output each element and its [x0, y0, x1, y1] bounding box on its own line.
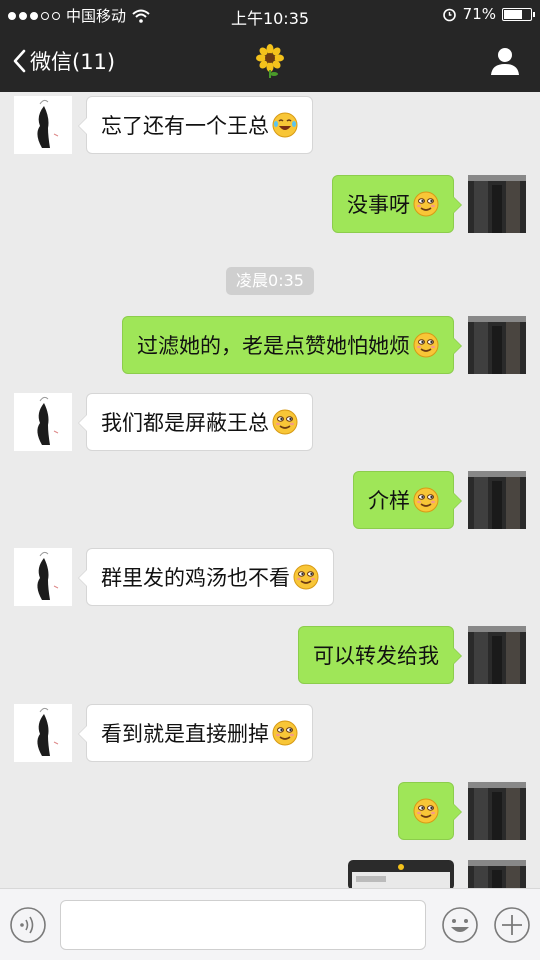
- my-avatar[interactable]: [468, 175, 526, 233]
- back-label: 微信(11): [30, 50, 116, 74]
- battery-icon: [502, 7, 535, 21]
- back-button[interactable]: 微信(11): [12, 46, 115, 76]
- emoji-face-icon[interactable]: [440, 905, 480, 945]
- message-bubble-outgoing[interactable]: 介样: [353, 471, 454, 529]
- contact-avatar[interactable]: [14, 393, 72, 451]
- sunflower-icon: [256, 44, 284, 78]
- dancer-avatar-icon: [14, 96, 72, 154]
- smug-smile-emoji-icon: [413, 191, 439, 217]
- smug-smile-emoji-icon: [413, 332, 439, 358]
- status-bar: 中国移动 上午10:35 71%: [0, 0, 540, 30]
- contact-avatar[interactable]: [14, 96, 72, 154]
- message-bubble-incoming[interactable]: 看到就是直接删掉: [86, 704, 313, 762]
- dancer-avatar-icon: [14, 548, 72, 606]
- message-bubble-outgoing[interactable]: 过滤她的，老是点赞她怕她烦: [122, 316, 454, 374]
- my-avatar[interactable]: [468, 316, 526, 374]
- user-photo-icon: [468, 626, 526, 684]
- voice-icon[interactable]: [8, 905, 48, 945]
- plus-icon[interactable]: [492, 905, 532, 945]
- chat-area[interactable]: 忘了还有一个王总 没事呀 凌晨0:35 过滤她的，老是点赞她怕她烦 我们都是屏蔽…: [0, 92, 540, 888]
- message-text: 可以转发给我: [313, 644, 439, 668]
- nav-bar: 微信(11): [0, 30, 540, 92]
- chevron-left-icon: [13, 49, 26, 73]
- dancer-avatar-icon: [14, 704, 72, 762]
- message-bubble-outgoing[interactable]: 可以转发给我: [298, 626, 454, 684]
- message-text: 过滤她的，老是点赞她怕她烦: [137, 334, 410, 358]
- dancer-avatar-icon: [14, 393, 72, 451]
- message-text: 我们都是屏蔽王总: [101, 411, 269, 435]
- smug-smile-emoji-icon: [272, 409, 298, 435]
- screenshot-image-message[interactable]: [348, 860, 454, 888]
- status-right: 71%: [442, 5, 535, 23]
- message-bubble-outgoing[interactable]: [398, 782, 454, 840]
- user-photo-icon: [468, 860, 526, 888]
- message-text: 没事呀: [347, 193, 410, 217]
- input-bar: [0, 888, 540, 960]
- message-bubble-outgoing[interactable]: 没事呀: [332, 175, 454, 233]
- my-avatar[interactable]: [468, 782, 526, 840]
- message-text: 忘了还有一个王总: [101, 114, 269, 138]
- message-text: 看到就是直接删掉: [101, 722, 269, 746]
- my-avatar[interactable]: [468, 860, 526, 888]
- message-bubble-incoming[interactable]: 我们都是屏蔽王总: [86, 393, 313, 451]
- laughing-tears-emoji-icon: [272, 112, 298, 138]
- message-bubble-incoming[interactable]: 忘了还有一个王总: [86, 96, 313, 154]
- my-avatar[interactable]: [468, 471, 526, 529]
- message-input[interactable]: [60, 900, 426, 950]
- message-text: 介样: [368, 489, 410, 513]
- user-photo-icon: [468, 175, 526, 233]
- contact-avatar[interactable]: [14, 548, 72, 606]
- user-photo-icon: [468, 471, 526, 529]
- battery-percent: 71%: [462, 5, 496, 23]
- message-text: 群里发的鸡汤也不看: [101, 566, 290, 590]
- my-avatar[interactable]: [468, 626, 526, 684]
- person-icon[interactable]: [490, 46, 520, 76]
- contact-avatar[interactable]: [14, 704, 72, 762]
- smug-smile-emoji-icon: [272, 720, 298, 746]
- user-photo-icon: [468, 316, 526, 374]
- alarm-icon: [442, 8, 456, 21]
- smug-smile-emoji-icon: [413, 487, 439, 513]
- smug-smile-emoji-icon: [293, 564, 319, 590]
- smug-smile-emoji-icon: [413, 798, 439, 824]
- timestamp-label: 凌晨0:35: [226, 267, 314, 295]
- message-bubble-incoming[interactable]: 群里发的鸡汤也不看: [86, 548, 334, 606]
- user-photo-icon: [468, 782, 526, 840]
